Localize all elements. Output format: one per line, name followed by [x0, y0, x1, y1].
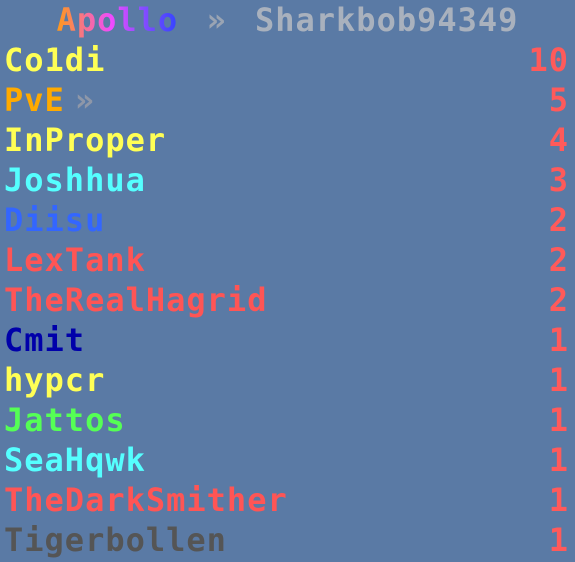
- row-name: TheDarkSmither: [4, 481, 288, 519]
- row-score: 4: [548, 121, 569, 159]
- row-name: Diisu: [4, 201, 106, 239]
- row-score: 1: [548, 401, 569, 439]
- scoreboard-row: PvE» 5: [0, 80, 575, 120]
- row-score: 1: [548, 321, 569, 359]
- scoreboard-row: TheRealHagrid 2: [0, 280, 575, 320]
- row-name: Cmit: [4, 321, 86, 359]
- row-score: 10: [528, 41, 569, 79]
- row-score: 2: [548, 241, 569, 279]
- row-score: 5: [548, 81, 569, 119]
- row-score: 2: [548, 201, 569, 239]
- scoreboard-row: Jattos 1: [0, 400, 575, 440]
- row-score: 1: [548, 361, 569, 399]
- row-name: LexTank: [4, 241, 146, 279]
- row-score: 1: [548, 441, 569, 479]
- scoreboard-row: SeaHqwk 1: [0, 440, 575, 480]
- scoreboard-row: hypcr 1: [0, 360, 575, 400]
- scoreboard-row: InProper 4: [0, 120, 575, 160]
- scoreboard-row: Tigerbollen 1: [0, 520, 575, 560]
- row-name: TheRealHagrid: [4, 281, 268, 319]
- row-name: Tigerbollen: [4, 521, 227, 559]
- row-name: hypcr: [4, 361, 106, 399]
- title-separator: »: [206, 1, 227, 39]
- scoreboard-row: Co1di 10: [0, 40, 575, 80]
- row-name: Co1di: [4, 41, 106, 79]
- scoreboard-row: TheDarkSmither 1: [0, 480, 575, 520]
- scoreboard: Apollo » Sharkbob94349 Co1di 10 PvE» 5 I…: [0, 0, 575, 562]
- row-score: 1: [548, 521, 569, 559]
- row-score: 1: [548, 481, 569, 519]
- row-suffix: »: [74, 81, 96, 119]
- row-name: InProper: [4, 121, 167, 159]
- row-name: Joshhua: [4, 161, 146, 199]
- scoreboard-row: Cmit 1: [0, 320, 575, 360]
- scoreboard-row: Diisu 2: [0, 200, 575, 240]
- row-name: Jattos: [4, 401, 126, 439]
- scoreboard-row: LexTank 2: [0, 240, 575, 280]
- row-score: 3: [548, 161, 569, 199]
- server-name: Apollo: [56, 1, 179, 39]
- row-name: PvE»: [4, 81, 96, 119]
- row-name: SeaHqwk: [4, 441, 146, 479]
- player-name: Sharkbob94349: [254, 1, 519, 39]
- row-score: 2: [548, 281, 569, 319]
- scoreboard-row: Joshhua 3: [0, 160, 575, 200]
- scoreboard-title: Apollo » Sharkbob94349: [0, 0, 575, 40]
- scoreboard-rows: Co1di 10 PvE» 5 InProper 4 Joshhua 3 Dii…: [0, 40, 575, 560]
